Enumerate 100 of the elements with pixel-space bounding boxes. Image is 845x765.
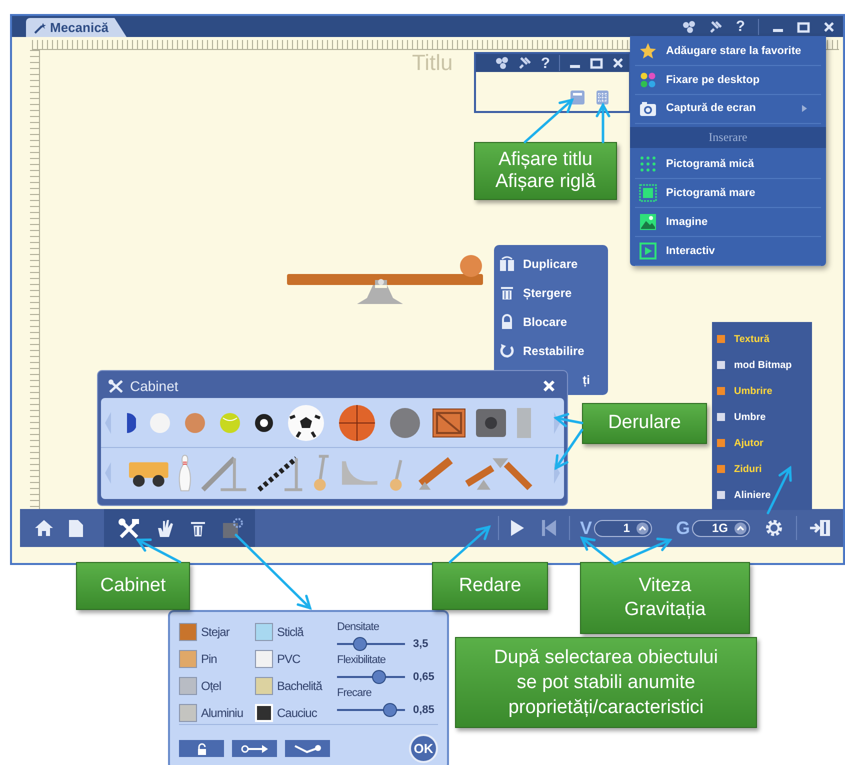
wand-icon: [34, 22, 46, 34]
menu-item[interactable]: Duplicare: [494, 249, 608, 278]
material-option[interactable]: Aluminiu: [179, 702, 255, 724]
grid-toggle-icon[interactable]: [596, 90, 609, 105]
callout-label: Derulare: [582, 403, 707, 444]
checkbox[interactable]: [717, 439, 725, 447]
slider-label: Flexibilitate: [337, 654, 387, 667]
soccer-ball-icon[interactable]: [287, 404, 325, 442]
menu-item[interactable]: Adăugare stare la favorite: [635, 37, 821, 66]
slider-label: Frecare: [337, 687, 372, 700]
ok-button[interactable]: OK: [409, 734, 438, 763]
option-item[interactable]: mod Bitmap: [712, 352, 812, 378]
dots-icon: [639, 70, 657, 89]
help-button[interactable]: ?: [736, 19, 745, 34]
slider-label: Densitate: [337, 621, 380, 634]
annotation-arrow: [448, 525, 491, 564]
maximize-icon[interactable]: [797, 20, 810, 32]
menu-item[interactable]: Blocare: [494, 307, 608, 336]
duplicate-icon: [499, 256, 515, 272]
menu-item[interactable]: Ștergere: [494, 278, 608, 307]
material-option[interactable]: Sticlă: [255, 621, 335, 643]
ramp-drawing[interactable]: [257, 454, 304, 492]
gravity-label: G: [676, 516, 690, 540]
reset-icon: [499, 342, 515, 358]
option-item[interactable]: Ziduri: [712, 456, 812, 482]
ball-icon[interactable]: [389, 406, 421, 438]
cluster-icon[interactable]: [682, 20, 696, 34]
crate-icon[interactable]: [432, 408, 466, 438]
material-option[interactable]: Cauciuc: [255, 702, 335, 724]
option-item[interactable]: Textură: [712, 326, 812, 352]
callout-label: Afișare titlu Afișare riglă: [474, 142, 617, 200]
camera-icon: [639, 100, 657, 118]
image-icon: [639, 213, 657, 232]
menu-item[interactable]: Pictogramă mare: [635, 179, 821, 208]
menu-item[interactable]: Restabilire: [494, 336, 608, 365]
annotation-arrow: [596, 102, 610, 144]
stepper-icon[interactable]: [734, 522, 747, 534]
checkbox[interactable]: [717, 465, 725, 473]
menu-item[interactable]: Imagine: [635, 208, 821, 238]
play-icon[interactable]: [508, 519, 525, 537]
spring-button[interactable]: [285, 740, 330, 757]
close-icon[interactable]: [612, 57, 624, 69]
option-item[interactable]: Aliniere: [712, 482, 812, 508]
material-option[interactable]: Stejar: [179, 621, 255, 643]
checkbox[interactable]: [717, 413, 725, 421]
option-item[interactable]: Ajutor: [712, 430, 812, 456]
settings-icon[interactable]: [764, 518, 784, 538]
menu-item[interactable]: Captură de ecran: [635, 94, 821, 124]
eight-ball-icon[interactable]: [254, 412, 274, 432]
basketball-icon[interactable]: [338, 404, 376, 442]
material-option[interactable]: PVC: [255, 648, 335, 670]
callout-label: După selectarea obiectului se pot stabili anumite proprietăți/caracteristici: [455, 637, 757, 728]
play-icon: [639, 242, 657, 260]
pin-icon[interactable]: [708, 20, 723, 34]
trash-icon: [499, 284, 515, 300]
home-icon[interactable]: [34, 519, 54, 537]
help-button[interactable]: ?: [540, 56, 550, 70]
checkbox[interactable]: [717, 387, 725, 395]
material-option[interactable]: Pin: [179, 648, 255, 670]
material-option[interactable]: Bachelită: [255, 675, 335, 697]
grid-dots-icon: [639, 155, 657, 174]
menu-item[interactable]: Pictogramă mică: [635, 150, 821, 180]
slider-thumb[interactable]: [382, 703, 397, 717]
maximize-icon[interactable]: [590, 57, 603, 69]
checkbox[interactable]: [717, 335, 725, 343]
menu-item[interactable]: ți: [582, 370, 590, 388]
speed-field[interactable]: 1: [594, 520, 652, 536]
cluster-icon[interactable]: [494, 56, 509, 70]
callout-label: Redare: [432, 562, 548, 610]
square-icon: [639, 184, 657, 202]
checkbox[interactable]: [717, 491, 725, 499]
material-option[interactable]: Oțel: [179, 675, 255, 697]
hand-icon[interactable]: [156, 518, 174, 538]
menu-item[interactable]: Interactiv: [635, 237, 821, 266]
slider-thumb[interactable]: [353, 637, 368, 651]
menu-item[interactable]: Fixare pe desktop: [635, 66, 821, 95]
lock-button[interactable]: [179, 740, 224, 757]
title-toggle-icon[interactable]: [570, 90, 585, 105]
gear-square-icon[interactable]: [222, 517, 244, 539]
callout-label: Viteza Gravitația: [580, 562, 750, 634]
slider-value: 3,5: [413, 636, 428, 652]
document-icon[interactable]: [68, 518, 84, 538]
option-item[interactable]: Umbrire: [712, 378, 812, 404]
star-icon: [639, 42, 657, 60]
exit-icon[interactable]: [809, 519, 831, 537]
option-item[interactable]: Umbre: [712, 404, 812, 430]
slider-thumb[interactable]: [372, 670, 386, 684]
safe-icon[interactable]: [475, 408, 507, 438]
gravity-field[interactable]: 1G: [692, 520, 750, 536]
annotation-arrow: [136, 538, 182, 564]
stepper-icon[interactable]: [636, 522, 649, 534]
checkbox[interactable]: [717, 361, 725, 369]
connector-button[interactable]: [232, 740, 277, 757]
tools-icon: [108, 378, 124, 394]
window-tab[interactable]: Mecanică: [26, 18, 127, 37]
close-icon[interactable]: [823, 20, 835, 32]
tools-icon[interactable]: [118, 518, 140, 538]
speed-label: V: [580, 516, 592, 540]
hinge-icon: [294, 744, 322, 754]
pin-icon[interactable]: [518, 56, 532, 70]
